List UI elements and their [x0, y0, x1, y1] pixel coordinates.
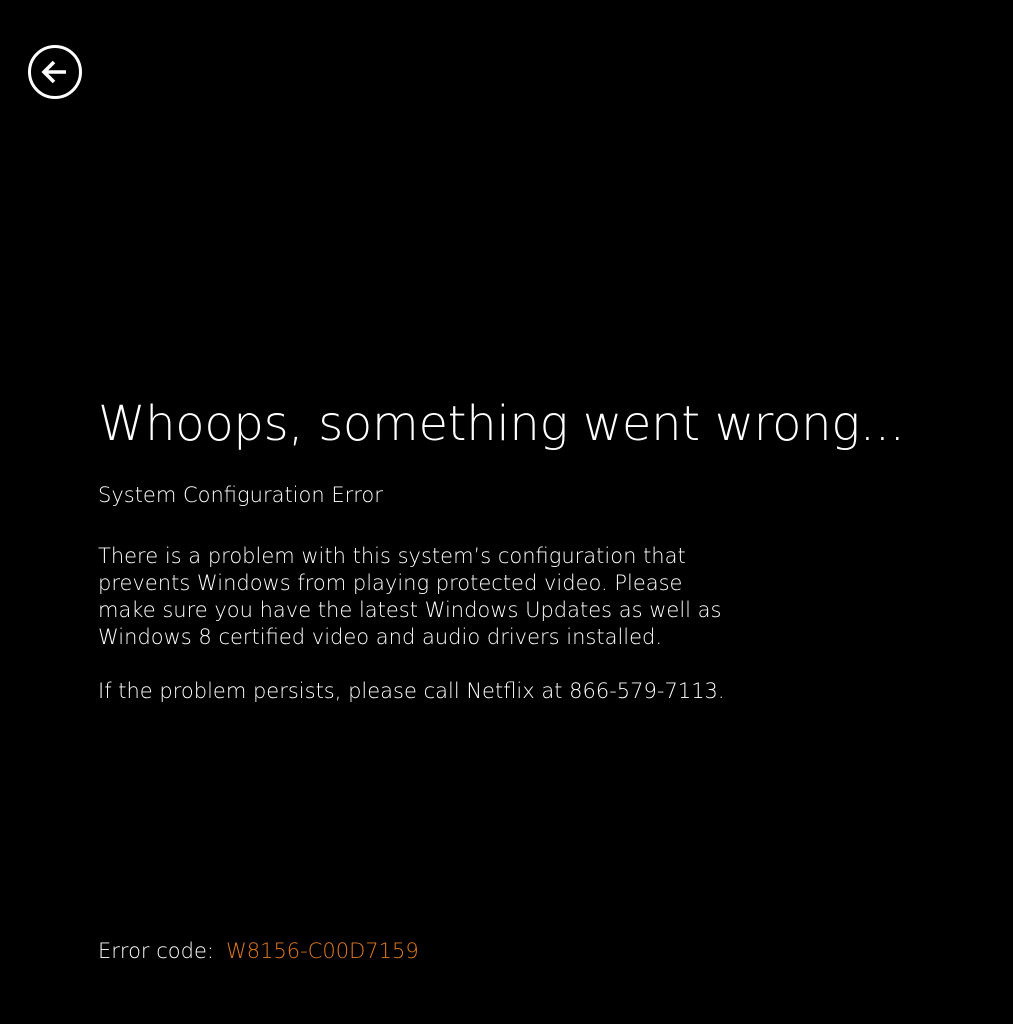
error-code-value: W8156-C00D7159	[225, 939, 419, 963]
error-message-line: Windows 8 certified video and audio driv…	[98, 625, 663, 649]
error-message-line: There is a problem with this system’s co…	[98, 544, 686, 568]
error-content: Whoops, something went wrong... System C…	[98, 392, 978, 705]
error-message-line: prevents Windows from playing protected …	[98, 571, 683, 595]
persist-message: If the problem persists, please call Net…	[98, 679, 725, 703]
error-message: There is a problem with this system’s co…	[98, 543, 798, 651]
error-screen: { "back_button": { "icon": "back-arrow-i…	[0, 0, 1013, 1024]
error-subtitle: System Configuration Error	[98, 483, 383, 507]
back-button[interactable]	[27, 44, 83, 100]
back-arrow-icon	[28, 45, 82, 99]
error-code-label: Error code:	[98, 939, 214, 963]
error-title: Whoops, something went wrong...	[98, 396, 905, 452]
error-code-row: Error code: W8156-C00D7159	[98, 936, 419, 966]
error-message-line: make sure you have the latest Windows Up…	[98, 598, 722, 622]
